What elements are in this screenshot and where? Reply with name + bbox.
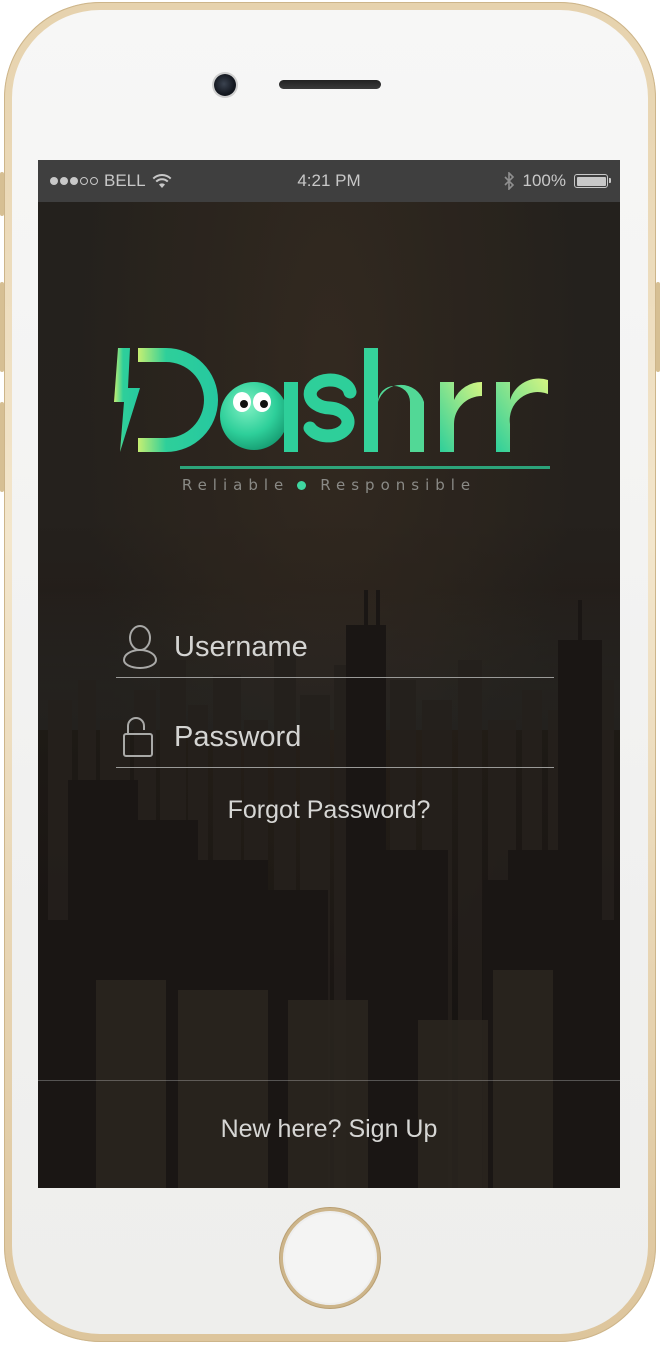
status-bar: BELL 4:21 PM 100% (38, 160, 620, 202)
username-field[interactable] (116, 620, 554, 678)
home-button[interactable] (280, 1208, 380, 1308)
tagline-reliable: Reliable (181, 476, 290, 494)
password-input[interactable] (174, 714, 534, 760)
mute-switch (0, 172, 4, 216)
earpiece-speaker (279, 80, 381, 89)
bluetooth-icon (503, 172, 514, 190)
battery-icon (574, 174, 611, 188)
front-camera (214, 74, 236, 96)
tagline-responsible: Responsible (320, 476, 477, 494)
tagline-dot (297, 480, 307, 490)
username-input[interactable] (174, 624, 534, 670)
logo-tagline: Reliable Responsible (38, 476, 620, 494)
footer-divider (38, 1080, 620, 1081)
volume-up-button (0, 282, 4, 372)
password-field[interactable] (116, 710, 554, 768)
status-right: 100% (503, 171, 611, 191)
forgot-password-link[interactable]: Forgot Password? (38, 796, 620, 825)
user-icon (122, 625, 158, 669)
power-button (656, 282, 660, 372)
battery-percentage: 100% (522, 171, 566, 190)
app-screen: BELL 4:21 PM 100% Reliable Responsible U… (38, 160, 620, 1188)
volume-down-button (0, 402, 4, 492)
signup-link[interactable]: New here? Sign Up (38, 1115, 620, 1144)
unlocked-padlock-icon (123, 717, 153, 757)
